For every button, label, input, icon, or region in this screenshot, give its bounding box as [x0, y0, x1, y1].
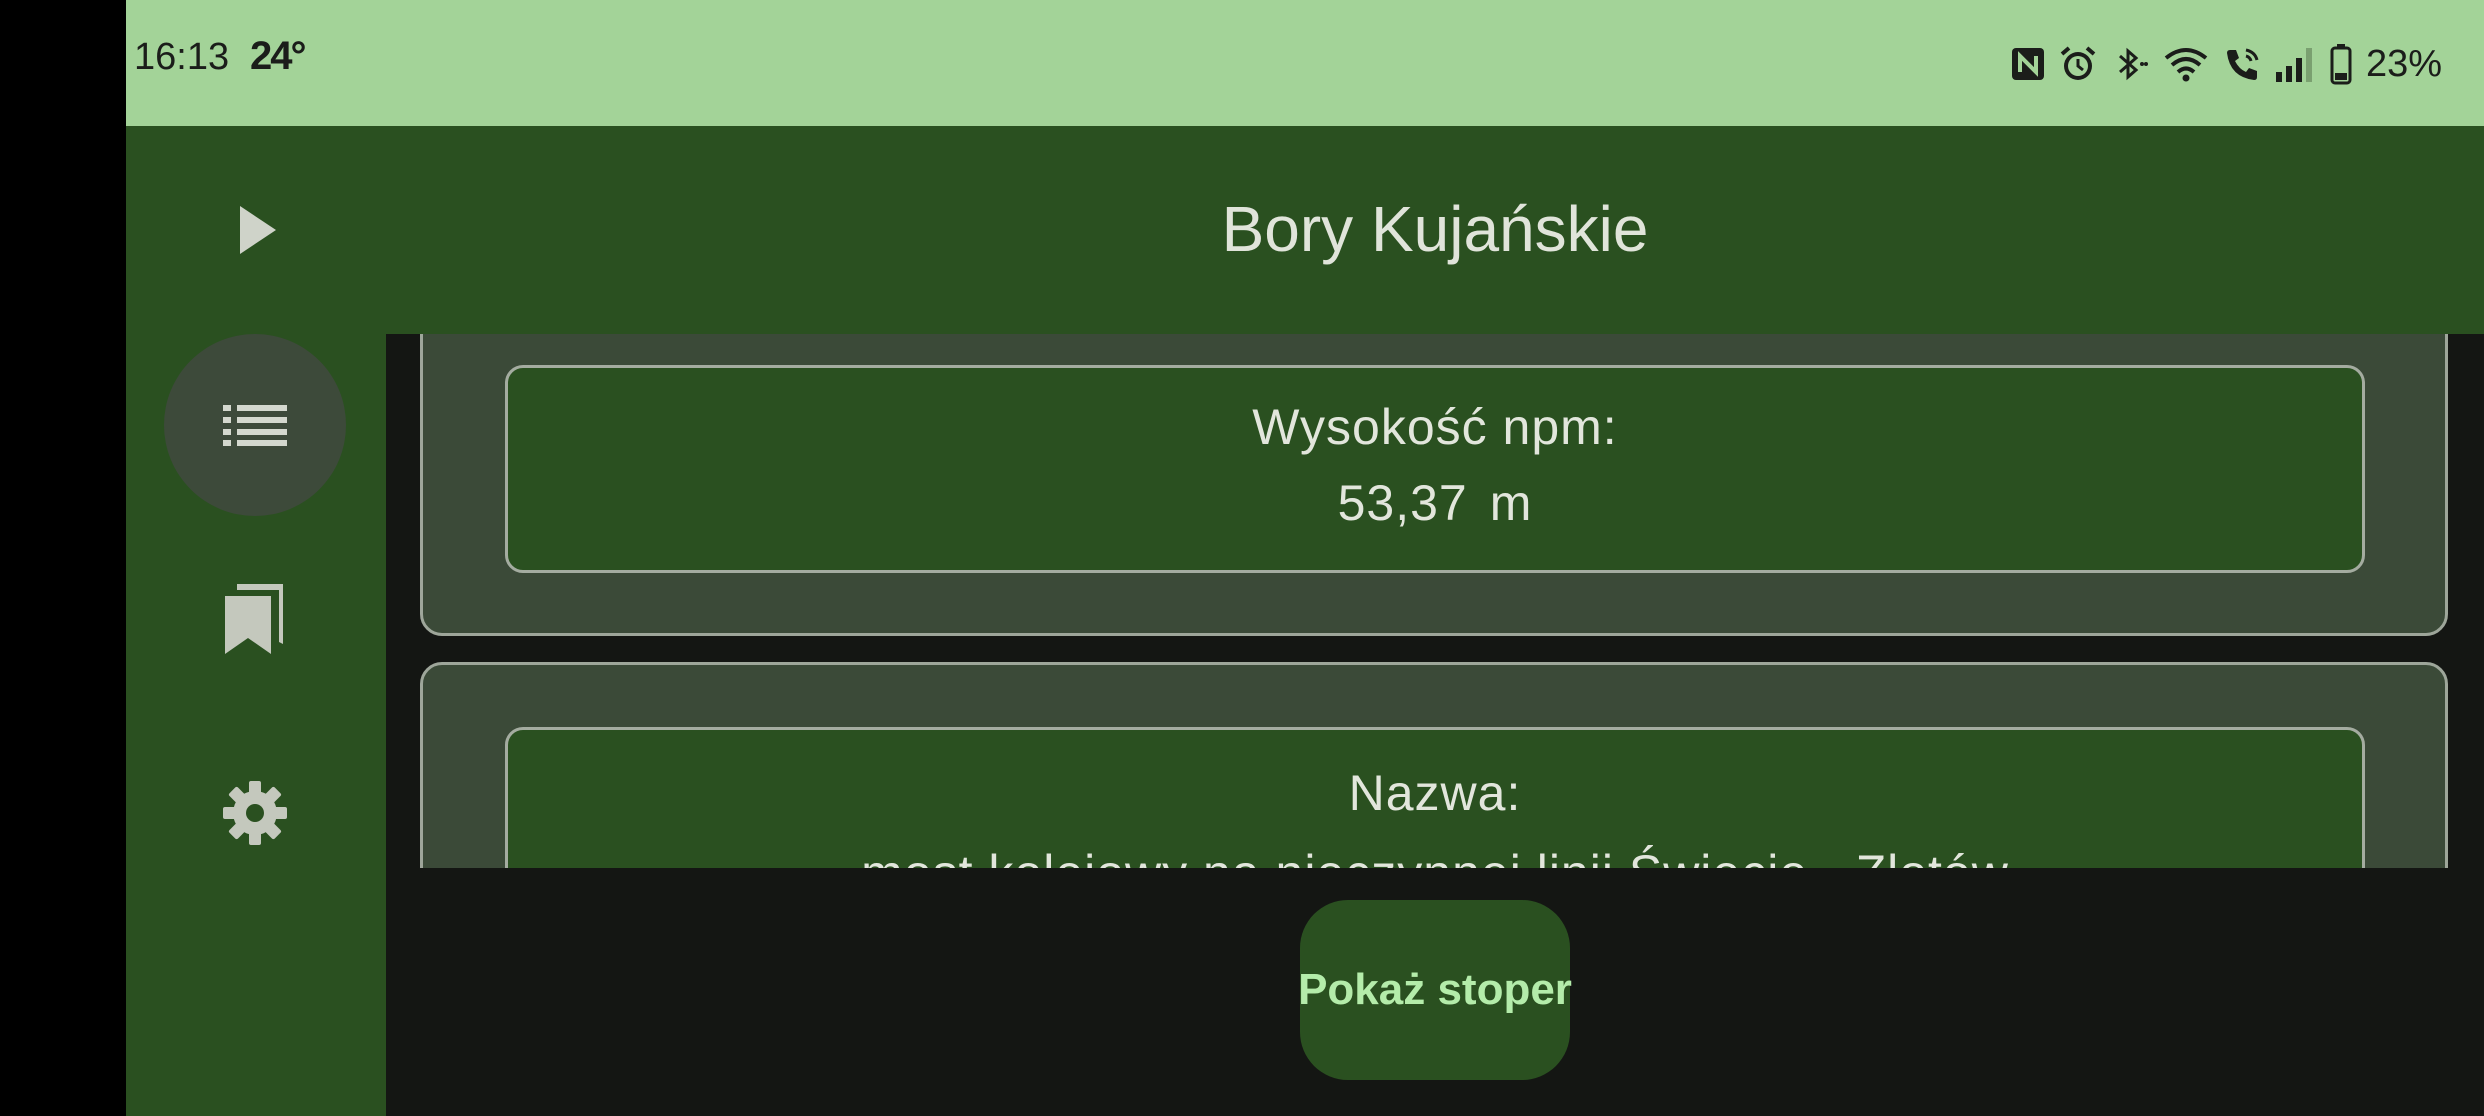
- nav-item-list[interactable]: [164, 334, 346, 516]
- altitude-value: 53,37 m: [508, 474, 2362, 532]
- list-icon: [223, 405, 287, 446]
- name-value: most kolejowy na nieczynnej linii Świeci…: [508, 844, 2362, 868]
- bluetooth-icon: [2118, 47, 2148, 81]
- top-app-bar: Bory Kujańskie: [126, 126, 2484, 334]
- bookmarks-icon: [225, 584, 283, 654]
- nfc-icon: [2011, 48, 2044, 80]
- altitude-field: Wysokość npm: 53,37 m: [505, 365, 2365, 573]
- alarm-icon: [2060, 46, 2096, 80]
- wifi-call-icon: [2226, 48, 2259, 80]
- altitude-label: Wysokość npm:: [1252, 399, 1618, 455]
- page-title: Bory Kujańskie: [1221, 193, 1649, 265]
- name-field: Nazwa: most kolejowy na nieczynnej linii…: [505, 727, 2365, 868]
- battery-percentage: 23%: [2365, 42, 2442, 85]
- status-time: 16:13: [134, 36, 230, 78]
- nav-item-settings[interactable]: [164, 722, 346, 904]
- wifi-icon: [2164, 48, 2208, 82]
- bottom-bar: Pokaż stoper: [386, 868, 2484, 1116]
- signal-icon: [2275, 48, 2312, 82]
- detail-card: Nazwa: most kolejowy na nieczynnej linii…: [420, 662, 2448, 868]
- play-icon[interactable]: [232, 202, 282, 258]
- content-list[interactable]: Wysokość npm: 53,37 m Nazwa: most kolejow…: [386, 334, 2484, 868]
- settings-icon: [223, 781, 287, 845]
- show-stopwatch-button[interactable]: Pokaż stoper: [1298, 900, 1572, 1080]
- navigation-rail: [126, 334, 386, 1116]
- name-label: Nazwa:: [1348, 765, 1522, 821]
- app-window: 16:13 24° 23% Bory Kujańskie Wysokość np…: [126, 0, 2484, 1116]
- status-temperature: 24°: [250, 34, 306, 78]
- nav-item-bookmarks[interactable]: [164, 528, 346, 710]
- battery-icon: [2330, 44, 2352, 85]
- altitude-number: 53,37: [1337, 475, 1468, 531]
- status-bar: 16:13 24° 23%: [126, 0, 2484, 126]
- detail-card: Wysokość npm: 53,37 m: [420, 334, 2448, 636]
- altitude-unit: m: [1489, 475, 1533, 531]
- status-icons: 23%: [2010, 40, 2442, 88]
